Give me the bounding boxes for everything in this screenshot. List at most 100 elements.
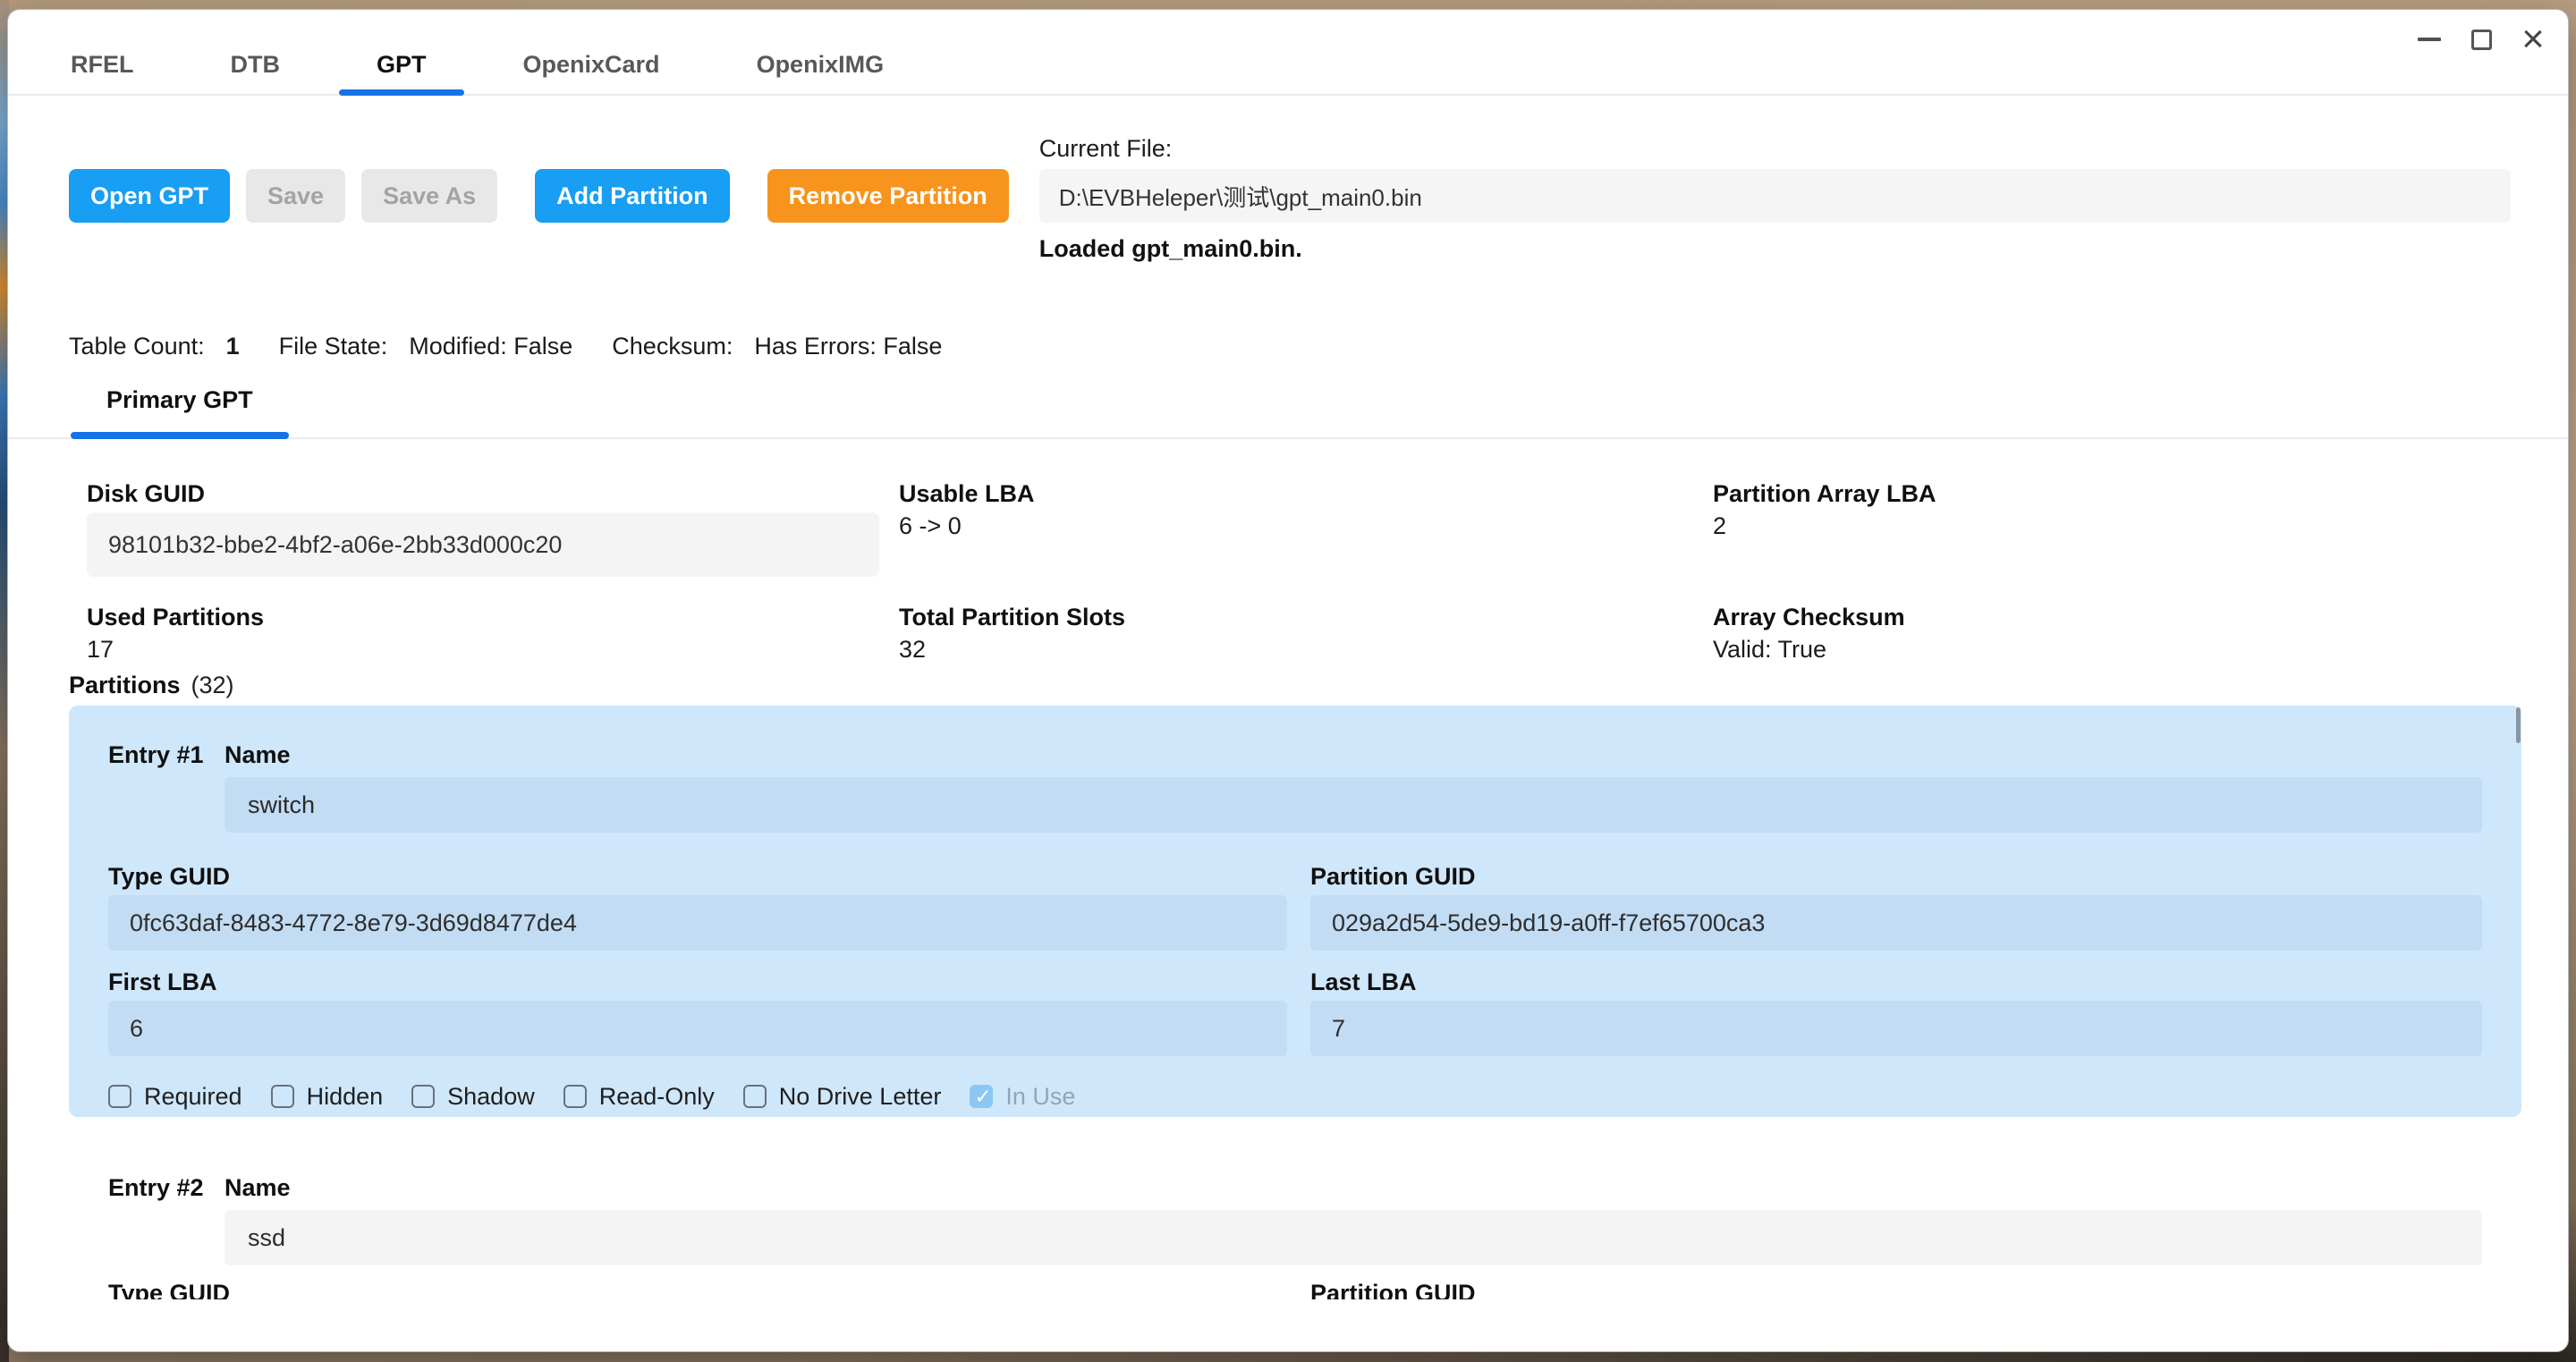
entry-1-lba-row: First LBA Last LBA — [108, 969, 2482, 1056]
partitions-title-text: Partitions — [69, 672, 181, 698]
tab-openixcard[interactable]: OpenixCard — [523, 49, 660, 80]
table-count-label: Table Count: — [69, 332, 205, 360]
entry-1-last-lba-input[interactable] — [1310, 1001, 2482, 1056]
maximize-button[interactable] — [2455, 21, 2507, 58]
app-window: × RFEL DTB GPT OpenixCard OpenixIMG Open… — [7, 9, 2569, 1352]
flag-shadow[interactable]: Shadow — [411, 1083, 535, 1111]
array-checksum-value: Valid: True — [1713, 636, 2511, 663]
entry-1-label: Entry #1 — [108, 741, 225, 768]
entry-1-partition-guid-label: Partition GUID — [1310, 863, 2482, 890]
entry-1-flags: Required Hidden Shadow Read-Only No Driv… — [108, 1083, 2482, 1110]
close-icon: × — [2521, 21, 2545, 57]
entry-2-guid-row: Type GUID Partition GUID — [108, 1280, 2482, 1299]
entry-2-label: Entry #2 — [108, 1174, 225, 1201]
hidden-checkbox[interactable] — [271, 1085, 294, 1108]
flag-no-drive-letter[interactable]: No Drive Letter — [743, 1083, 942, 1111]
entry-1-head: Entry #1 Name — [108, 741, 2482, 768]
shadow-checkbox[interactable] — [411, 1085, 435, 1108]
window-controls: × — [2403, 21, 2559, 58]
file-state-label: File State: — [279, 332, 388, 360]
entry-2-head: Entry #2 Name — [108, 1174, 2482, 1201]
total-partition-slots-field: Total Partition Slots 32 — [899, 604, 1713, 663]
minimize-button[interactable] — [2403, 21, 2455, 58]
usable-lba-label: Usable LBA — [899, 480, 1713, 507]
checksum-value: Has Errors: False — [754, 332, 942, 360]
entry-1-last-lba-field: Last LBA — [1310, 969, 2482, 1056]
current-file-label: Current File: — [1039, 135, 2511, 162]
entry-1-last-lba-label: Last LBA — [1310, 969, 2482, 995]
save-button[interactable]: Save — [246, 169, 345, 223]
entry-1-name-label: Name — [225, 741, 291, 768]
maximize-icon — [2471, 30, 2492, 50]
entry-1-partition-guid-input[interactable] — [1310, 895, 2482, 951]
flag-hidden[interactable]: Hidden — [271, 1083, 384, 1111]
entry-1-type-guid-input[interactable] — [108, 895, 1287, 951]
disk-guid-input[interactable] — [87, 512, 879, 577]
add-partition-button[interactable]: Add Partition — [535, 169, 730, 223]
entry-2-type-guid-field: Type GUID — [108, 1280, 1287, 1299]
remove-partition-button[interactable]: Remove Partition — [767, 169, 1009, 223]
in-use-label: In Use — [1005, 1083, 1075, 1111]
entry-1-name-input[interactable] — [225, 777, 2482, 833]
entry-1-partition-guid-field: Partition GUID — [1310, 863, 2482, 951]
read-only-label: Read-Only — [599, 1083, 715, 1111]
entry-1-type-guid-label: Type GUID — [108, 863, 1287, 890]
usable-lba-field: Usable LBA 6 -> 0 — [899, 480, 1713, 577]
used-partitions-label: Used Partitions — [87, 604, 899, 630]
tab-primary-gpt[interactable]: Primary GPT — [71, 385, 289, 437]
scrollbar-thumb[interactable] — [2516, 707, 2521, 743]
disk-guid-field: Disk GUID — [87, 480, 899, 577]
read-only-checkbox[interactable] — [564, 1085, 587, 1108]
gpt-table-tabbar: Primary GPT — [8, 385, 2568, 439]
no-drive-letter-label: No Drive Letter — [779, 1083, 942, 1111]
entry-2-type-guid-label: Type GUID — [108, 1280, 1287, 1299]
entry-1-type-guid-field: Type GUID — [108, 863, 1287, 951]
tab-dtb[interactable]: DTB — [231, 49, 281, 80]
main-tabbar: RFEL DTB GPT OpenixCard OpenixIMG — [8, 10, 2568, 96]
close-button[interactable]: × — [2507, 21, 2559, 58]
partition-array-lba-label: Partition Array LBA — [1713, 480, 2511, 507]
open-gpt-button[interactable]: Open GPT — [69, 169, 230, 223]
flag-in-use[interactable]: In Use — [970, 1083, 1075, 1111]
used-partitions-field: Used Partitions 17 — [87, 604, 899, 663]
checksum-label: Checksum: — [612, 332, 733, 360]
entry-2-name-label: Name — [225, 1174, 291, 1201]
no-drive-letter-checkbox[interactable] — [743, 1085, 767, 1108]
minimize-icon — [2418, 38, 2441, 41]
flag-read-only[interactable]: Read-Only — [564, 1083, 715, 1111]
array-checksum-field: Array Checksum Valid: True — [1713, 604, 2511, 663]
current-file-input[interactable] — [1039, 169, 2511, 223]
shadow-label: Shadow — [447, 1083, 535, 1111]
flag-required[interactable]: Required — [108, 1083, 242, 1111]
used-partitions-value: 17 — [87, 636, 899, 663]
partition-array-lba-value: 2 — [1713, 512, 2511, 539]
in-use-checkbox[interactable] — [970, 1085, 993, 1108]
partition-entry-2[interactable]: Entry #2 Name Type GUID Partition GUID — [69, 1138, 2521, 1299]
partition-array-lba-field: Partition Array LBA 2 — [1713, 480, 2511, 577]
file-state-value: Modified: False — [409, 332, 572, 360]
array-checksum-label: Array Checksum — [1713, 604, 2511, 630]
tab-rfel[interactable]: RFEL — [71, 49, 134, 80]
partitions-title: Partitions(32) — [69, 672, 2568, 698]
entry-2-partition-guid-field: Partition GUID — [1310, 1280, 2482, 1299]
required-checkbox[interactable] — [108, 1085, 131, 1108]
entry-2-name-input[interactable] — [225, 1210, 2482, 1265]
save-as-button[interactable]: Save As — [361, 169, 497, 223]
tab-openiximg[interactable]: OpenixIMG — [757, 49, 885, 80]
total-partition-slots-value: 32 — [899, 636, 1713, 663]
toolbar-row: Open GPT Save Save As Add Partition Remo… — [69, 135, 2511, 262]
total-partition-slots-label: Total Partition Slots — [899, 604, 1713, 630]
partition-entry-1[interactable]: Entry #1 Name Type GUID Partition GUID F… — [69, 706, 2521, 1117]
partitions-scroll-area[interactable]: Entry #1 Name Type GUID Partition GUID F… — [69, 706, 2521, 1299]
required-label: Required — [144, 1083, 242, 1111]
gpt-header-fields: Disk GUID Usable LBA 6 -> 0 Partition Ar… — [87, 480, 2511, 663]
table-count-value: 1 — [226, 332, 240, 360]
entry-1-first-lba-label: First LBA — [108, 969, 1287, 995]
entry-2-partition-guid-label: Partition GUID — [1310, 1280, 2482, 1299]
tab-gpt[interactable]: GPT — [377, 49, 427, 80]
current-file-box: Current File: Loaded gpt_main0.bin. — [1039, 135, 2511, 262]
disk-guid-label: Disk GUID — [87, 480, 899, 507]
loaded-message: Loaded gpt_main0.bin. — [1039, 235, 2511, 262]
hidden-label: Hidden — [307, 1083, 384, 1111]
entry-1-first-lba-input[interactable] — [108, 1001, 1287, 1056]
